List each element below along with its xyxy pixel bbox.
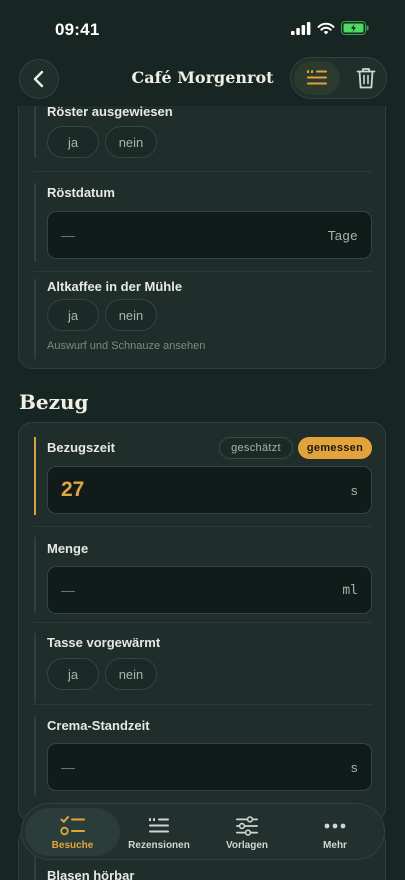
roast-card: Röster ausgewiesen ja nein Röstdatum — T… bbox=[18, 106, 386, 369]
field-indicator-active bbox=[34, 437, 36, 515]
tab-templates-label: Vorlagen bbox=[225, 840, 269, 851]
old-coffee-no-button[interactable]: nein bbox=[105, 299, 157, 331]
old-coffee-yes-button[interactable]: ja bbox=[47, 299, 99, 331]
amount-placeholder: — bbox=[61, 582, 75, 598]
tab-icon-wrap bbox=[235, 815, 259, 837]
extraction-time-label: Bezugszeit bbox=[47, 440, 115, 455]
tab-templates[interactable]: Vorlagen bbox=[203, 808, 291, 856]
tab-icon-wrap bbox=[59, 815, 86, 837]
bubbles-label: Blasen hörbar bbox=[47, 868, 135, 880]
tab-visits[interactable]: Besuche bbox=[25, 808, 120, 856]
roaster-no-button[interactable]: nein bbox=[105, 126, 157, 158]
divider bbox=[34, 271, 372, 272]
divider bbox=[34, 526, 372, 527]
amount-field: Menge — ml bbox=[34, 537, 372, 614]
signal-icon bbox=[291, 21, 311, 35]
extraction-time-input[interactable]: 27 s bbox=[47, 466, 372, 514]
cup-preheated-label: Tasse vorgewärmt bbox=[47, 635, 161, 650]
old-coffee-field: Altkaffee in der Mühle ja nein Auswurf u… bbox=[34, 279, 372, 359]
tab-more[interactable]: Mehr bbox=[291, 808, 379, 856]
roaster-field: Röster ausgewiesen ja nein bbox=[34, 106, 372, 158]
mode-estimated-chip[interactable]: geschätzt bbox=[219, 437, 293, 459]
tab-bar: Besuche Rezensionen Vorlagen Mehr bbox=[21, 803, 385, 860]
amount-label: Menge bbox=[47, 541, 89, 556]
divider bbox=[34, 622, 372, 623]
crema-input[interactable]: — s bbox=[47, 743, 372, 791]
extraction-time-unit: s bbox=[351, 483, 358, 498]
divider bbox=[34, 704, 372, 705]
field-indicator bbox=[34, 716, 36, 796]
cup-preheated-yes-button[interactable]: ja bbox=[47, 658, 99, 690]
section-title-extraction: Bezug bbox=[19, 390, 89, 414]
amount-unit: ml bbox=[342, 583, 358, 598]
sliders-icon bbox=[236, 816, 258, 836]
status-time: 09:41 bbox=[55, 20, 100, 39]
tab-icon-wrap bbox=[148, 815, 170, 837]
extraction-card: Bezugszeit geschätzt gemessen 27 s Menge… bbox=[18, 422, 386, 822]
mode-measured-chip[interactable]: gemessen bbox=[298, 437, 372, 459]
extraction-time-field: Bezugszeit geschätzt gemessen 27 s bbox=[34, 437, 372, 515]
roast-date-input[interactable]: — Tage bbox=[47, 211, 372, 259]
old-coffee-hint: Auswurf und Schnauze ansehen bbox=[47, 340, 206, 352]
roast-date-label: Röstdatum bbox=[47, 185, 115, 200]
crema-label: Crema-Standzeit bbox=[47, 718, 150, 733]
review-icon bbox=[307, 70, 327, 85]
battery-icon bbox=[341, 21, 369, 35]
crema-placeholder: — bbox=[61, 759, 75, 775]
field-indicator bbox=[34, 183, 36, 262]
cup-preheated-no-button[interactable]: nein bbox=[105, 658, 157, 690]
roast-date-unit: Tage bbox=[327, 228, 358, 243]
navigation-bar: Café Morgenrot bbox=[0, 54, 405, 106]
nav-action-group bbox=[290, 57, 387, 99]
checklist-icon bbox=[59, 816, 85, 836]
roaster-label: Röster ausgewiesen bbox=[47, 106, 173, 119]
delete-button[interactable] bbox=[349, 61, 383, 95]
wifi-icon bbox=[317, 22, 335, 34]
field-indicator bbox=[34, 633, 36, 703]
old-coffee-label: Altkaffee in der Mühle bbox=[47, 279, 183, 294]
tab-more-label: Mehr bbox=[323, 840, 347, 851]
review-icon bbox=[149, 818, 169, 833]
amount-input[interactable]: — ml bbox=[47, 566, 372, 614]
tab-visits-label: Besuche bbox=[51, 840, 94, 851]
scroll-content[interactable]: Röster ausgewiesen ja nein Röstdatum — T… bbox=[0, 106, 405, 880]
field-indicator bbox=[34, 106, 36, 158]
field-indicator bbox=[34, 537, 36, 613]
roast-date-field: Röstdatum — Tage bbox=[34, 183, 372, 262]
cup-preheated-field: Tasse vorgewärmt ja nein bbox=[34, 633, 372, 703]
status-icons bbox=[291, 21, 369, 35]
more-icon bbox=[324, 823, 346, 829]
field-indicator bbox=[34, 279, 36, 359]
status-bar: 09:41 bbox=[0, 0, 405, 54]
tab-icon-wrap bbox=[324, 815, 346, 837]
crema-unit: s bbox=[351, 760, 358, 775]
review-button[interactable] bbox=[294, 61, 340, 95]
crema-field: Crema-Standzeit — s bbox=[34, 716, 372, 796]
trash-icon bbox=[356, 68, 376, 89]
divider bbox=[34, 171, 372, 172]
roaster-yes-button[interactable]: ja bbox=[47, 126, 99, 158]
tab-reviews-label: Rezensionen bbox=[128, 840, 190, 851]
tab-reviews[interactable]: Rezensionen bbox=[115, 808, 203, 856]
extraction-time-value: 27 bbox=[61, 478, 85, 501]
roast-date-placeholder: — bbox=[61, 227, 75, 243]
